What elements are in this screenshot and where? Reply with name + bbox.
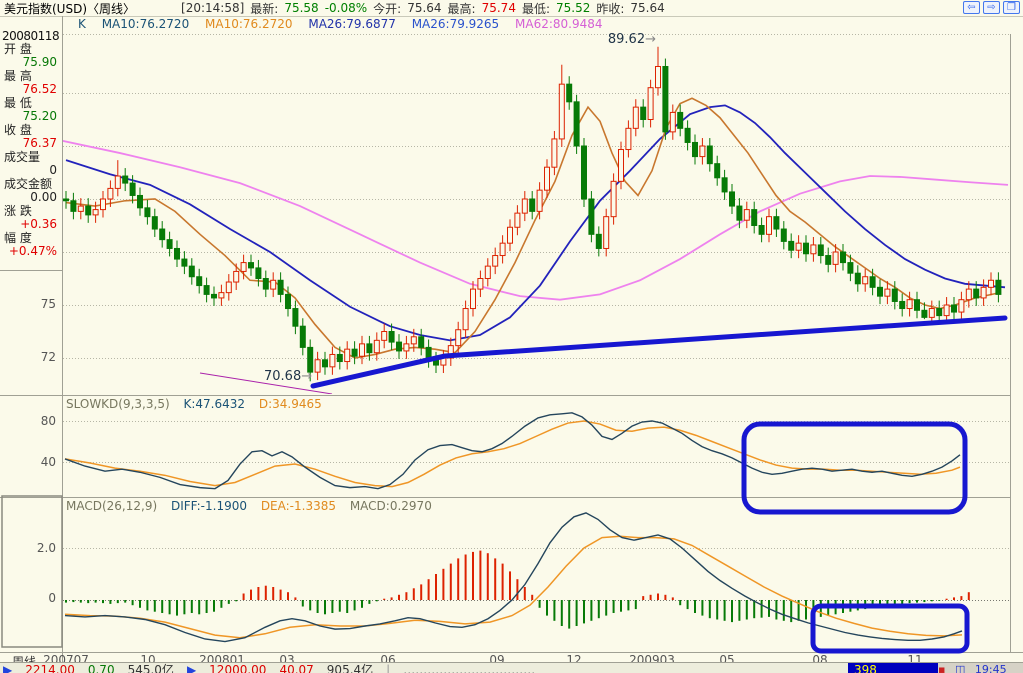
macd-dea-value: DEA:-1.3385 — [260, 499, 336, 513]
price-axis-label-72: 72 — [40, 350, 56, 364]
app-window: 美元指数(USD)〈周线〉 [20:14:58] 最新: 75.58 -0.08… — [0, 0, 1023, 673]
ticker-item: 0.70 — [87, 663, 115, 673]
macd-axis-box — [1, 495, 63, 648]
macd-diff-value: DIFF:-1.1900 — [170, 499, 247, 513]
macd-axis-label-0: 0 — [48, 591, 56, 605]
slowkd-name: SLOWKD(9,3,3,5) — [66, 397, 170, 411]
quote-row-volume: 成交量 0 — [4, 150, 57, 177]
macd-series — [64, 512, 970, 643]
drawn-trendline — [310, 315, 1008, 389]
ticker-item: …………………………… — [403, 663, 536, 673]
quote-row-high: 最 高 76.52 — [4, 69, 57, 96]
quote-row-open: 开 盘 75.90 — [4, 42, 57, 69]
last-price-label: 最新: — [250, 1, 279, 16]
back-button[interactable]: ⇦ — [963, 1, 980, 14]
cascade-windows-icon: ❐ — [1007, 2, 1016, 13]
ticker-item: | — [386, 663, 391, 673]
status-ticker: ▶ 2214.00 0.70 545.0亿 ▶ 12000.00 40.07 905.4亿 | …… — [3, 663, 548, 673]
ma-indicator-bar: K MA10:76.2720 MA10:76.2720 MA26:79.6877… — [78, 17, 615, 31]
kd-axis-label-80: 80 — [40, 414, 56, 428]
ticker-item: 905.4亿 — [326, 663, 374, 673]
forward-button[interactable]: ⇨ — [983, 1, 1000, 14]
slowkd-k-value: K:47.6432 — [183, 397, 246, 411]
slowkd-d-value: D:34.9465 — [258, 397, 322, 411]
low-value: 75.52 — [556, 1, 591, 15]
prev-close-label: 昨收: — [596, 1, 625, 16]
ma26-current: MA26:79.6877 — [308, 17, 396, 31]
window-buttons: ⇦ ⇨ ❐ — [963, 1, 1020, 14]
panel-frame — [0, 16, 1023, 662]
trough-annotation-value: 70.68 — [264, 369, 302, 384]
macd-axis-label-2: 2.0 — [36, 541, 56, 555]
moving-averages — [63, 97, 1009, 359]
quote-row-amplitude: 幅 度 +0.47% — [4, 231, 57, 258]
peak-annotation: 89.62→ — [556, 32, 656, 47]
ticker-item: ▶ — [3, 663, 13, 673]
ticker-item: ▶ — [186, 663, 197, 673]
open-value: 75.64 — [407, 1, 442, 15]
diff-line — [64, 512, 963, 643]
ma26-value: MA26:79.9265 — [411, 17, 500, 31]
ticker-item: 545.0亿 — [127, 663, 174, 673]
d-line — [64, 420, 961, 488]
kd-axis-label-40: 40 — [40, 455, 56, 469]
quote-time: [20:14:58] — [181, 1, 245, 15]
quote-row-change: 涨 跌 +0.36 — [4, 204, 57, 231]
ticker-item: 2214.00 — [25, 663, 75, 673]
symbol-title: 美元指数(USD)〈周线〉 — [4, 1, 136, 16]
change-percent: -0.08% — [324, 1, 368, 15]
slowkd-header: SLOWKD(9,3,3,5) K:47.6432 D:34.9465 — [66, 397, 332, 411]
notification-badge[interactable]: 398 — [848, 663, 944, 673]
price-axis-label-75: 75 — [40, 297, 56, 311]
macd-hist-value: MACD:0.2970 — [349, 499, 432, 513]
ticker-item: 40.07 — [279, 663, 314, 673]
status-icon-1: ▪ — [938, 663, 946, 673]
peak-annotation-value: 89.62 — [607, 32, 646, 47]
trough-arrow-icon: → — [301, 369, 313, 384]
peak-arrow-icon: → — [645, 32, 656, 47]
high-value: 75.74 — [481, 1, 516, 15]
status-icon-2: ◫ — [954, 663, 966, 673]
low-label: 最低: — [521, 1, 550, 16]
ma10-current: MA10:76.2720 — [101, 17, 190, 31]
status-bar: ▶ 2214.00 0.70 545.0亿 ▶ 12000.00 40.07 905.4亿 | …… — [0, 662, 1023, 673]
status-clock: 19:45 — [974, 663, 1007, 673]
ma62-value: MA62:80.9484 — [515, 17, 603, 31]
k-label: K — [78, 17, 86, 31]
cascade-windows-button[interactable]: ❐ — [1003, 1, 1020, 14]
status-right-panel: ▪ ◫ 19:45 — [938, 663, 1023, 673]
ma10-line — [65, 97, 1001, 359]
selected-date: 20080118 — [2, 29, 60, 43]
quote-row-turnover: 成交金额 0.00 — [4, 177, 57, 204]
trough-annotation: 70.68→ — [264, 369, 312, 384]
macd-header: MACD(26,12,9) DIFF:-1.1900 DEA:-1.3385 M… — [66, 499, 442, 513]
quote-sidebar: 20080118 开 盘 75.90 最 高 76.52 最 低 75.20 收… — [0, 16, 62, 259]
quote-row-low: 最 低 75.20 — [4, 96, 57, 123]
high-label: 最高: — [447, 1, 476, 16]
right-arrow-icon: ⇨ — [987, 2, 996, 13]
last-price-value: 75.58 — [284, 1, 319, 15]
dea-line — [64, 535, 963, 639]
title-bar: 美元指数(USD)〈周线〉 [20:14:58] 最新: 75.58 -0.08… — [0, 0, 1023, 16]
quote-row-close: 收 盘 76.37 — [4, 123, 57, 150]
chart-canvas[interactable] — [0, 0, 1023, 673]
ma10-value: MA10:76.2720 — [205, 17, 293, 31]
highlight-box-1 — [741, 421, 968, 515]
ticker-item: 12000.00 — [209, 663, 267, 673]
left-arrow-icon: ⇦ — [967, 2, 976, 13]
prev-close-value: 75.64 — [630, 1, 665, 15]
open-label: 今开: — [373, 1, 402, 16]
macd-name: MACD(26,12,9) — [66, 499, 158, 513]
